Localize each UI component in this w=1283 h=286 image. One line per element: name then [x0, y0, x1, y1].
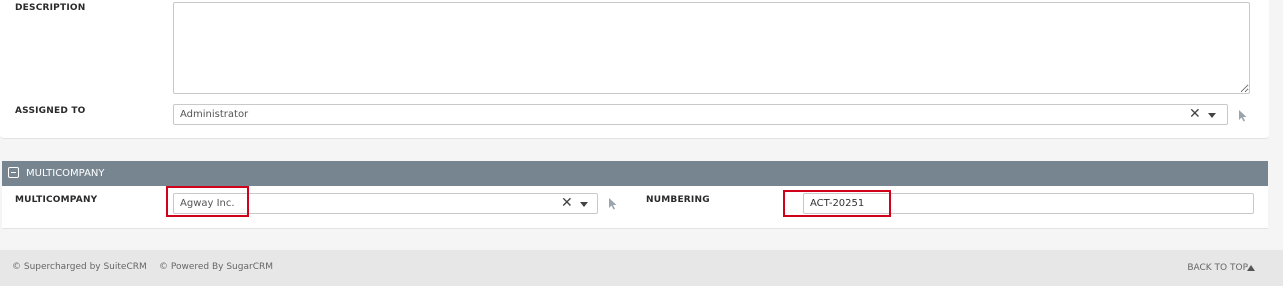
assigned-to-select[interactable]: Administrator ✕ [173, 104, 1228, 125]
assigned-to-value: Administrator [180, 109, 249, 120]
back-to-top-icon[interactable] [1247, 265, 1255, 271]
collapse-icon[interactable] [8, 167, 19, 178]
detail-panel: DESCRIPTION ASSIGNED TO Administrator ✕ [0, 0, 1269, 139]
section-title: MULTICOMPANY [26, 168, 105, 179]
back-to-top-link[interactable]: BACK TO TOP [1187, 263, 1248, 273]
multicompany-label: MULTICOMPANY [15, 195, 98, 205]
select-pointer-icon[interactable] [1238, 110, 1248, 122]
description-textarea[interactable] [173, 2, 1250, 94]
numbering-label: NUMBERING [646, 195, 710, 205]
footer: © Supercharged by SuiteCRM © Powered By … [0, 250, 1283, 286]
select-pointer-icon[interactable] [608, 198, 618, 210]
clear-icon[interactable]: ✕ [561, 194, 573, 213]
section-header-multicompany[interactable]: MULTICOMPANY [2, 161, 1268, 186]
multicompany-value: Agway Inc. [180, 198, 235, 209]
caret-down-icon[interactable] [580, 202, 588, 207]
supercharged-link[interactable]: © Supercharged by SuiteCRM [12, 262, 147, 272]
assigned-to-label: ASSIGNED TO [15, 106, 86, 116]
description-label: DESCRIPTION [15, 3, 86, 13]
caret-down-icon[interactable] [1208, 113, 1216, 118]
multicompany-select[interactable]: Agway Inc. ✕ [173, 193, 598, 214]
numbering-input[interactable]: ACT-20251 [803, 193, 1254, 214]
powered-link[interactable]: © Powered By SugarCRM [159, 262, 273, 272]
clear-icon[interactable]: ✕ [1189, 105, 1201, 124]
